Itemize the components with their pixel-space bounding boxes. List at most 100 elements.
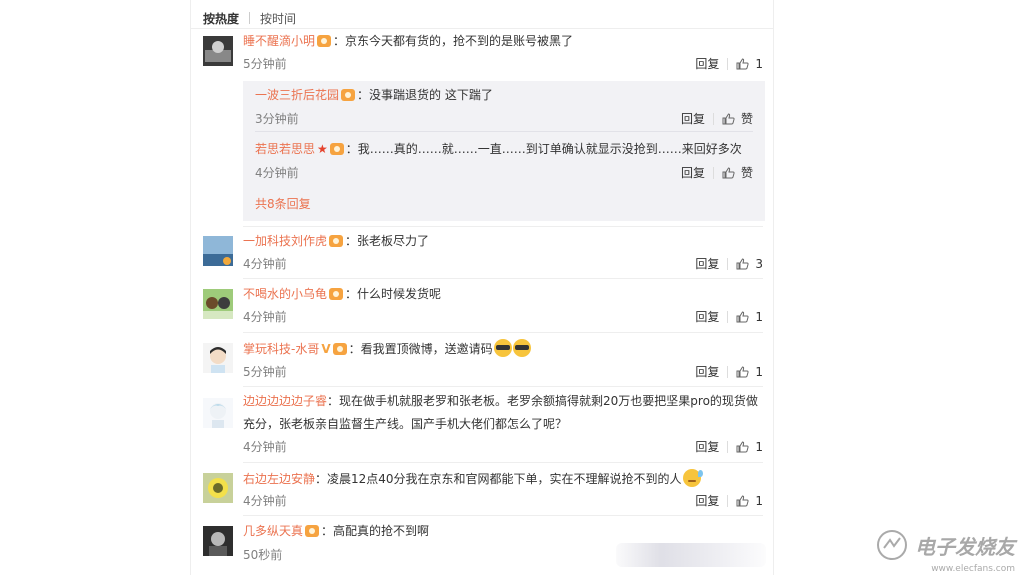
watermark-url: www.elecfans.com (931, 564, 1015, 574)
like-count: 1 (755, 439, 763, 454)
reply-button[interactable]: 回复 (695, 492, 719, 509)
reply-divider (255, 131, 753, 132)
comment-divider (243, 386, 763, 387)
action-divider (712, 112, 714, 125)
comment-text: ：张老板尽力了 (345, 234, 430, 248)
avatar[interactable] (203, 398, 233, 428)
reply-time: 4分钟前 (255, 166, 299, 180)
sweat-emoji-icon (682, 469, 703, 487)
action-divider (727, 310, 729, 323)
reply-button[interactable]: 回复 (681, 164, 705, 181)
username[interactable]: 边边边边边子睿 (243, 394, 327, 408)
avatar[interactable] (203, 343, 233, 373)
cool-emoji-icon (512, 339, 531, 357)
username[interactable]: 不喝水的小乌龟 (243, 287, 327, 301)
action-divider (727, 257, 729, 270)
like-label: 赞 (740, 112, 753, 126)
vip-badge-icon (329, 288, 344, 300)
action-divider (712, 166, 714, 179)
sort-by-time-tab[interactable]: 按时间 (260, 10, 296, 27)
avatar[interactable] (203, 36, 233, 66)
vip-badge-icon (329, 143, 344, 155)
like-button[interactable]: 3 (736, 257, 763, 271)
thumbs-up-icon (736, 57, 749, 69)
avatar[interactable] (203, 526, 233, 556)
comment-text: ：现在做手机就服老罗和张老板。老罗余额搞得就剩20万也要把坚果pro的现货做 (327, 394, 758, 408)
comment-time: 5分钟前 (243, 57, 287, 71)
cool-emoji-icon (493, 339, 512, 357)
like-count: 1 (755, 309, 763, 324)
reply-button[interactable]: 回复 (695, 363, 719, 380)
vip-badge-icon (341, 89, 356, 101)
comment-text: ：高配真的抢不到啊 (321, 524, 430, 538)
username[interactable]: 一波三折后花园 (255, 88, 339, 102)
sort-by-hot-tab[interactable]: 按热度 (203, 10, 239, 27)
avatar[interactable] (203, 289, 233, 319)
like-label: 赞 (740, 166, 753, 180)
reply-text: ：我……真的……就……一直……到订单确认就显示没抢到……来回好多次 (345, 142, 742, 156)
like-button[interactable]: 赞 (722, 164, 753, 181)
username[interactable]: 几多纵天真 (243, 524, 303, 538)
like-button[interactable]: 赞 (722, 110, 753, 127)
like-count: 1 (755, 493, 763, 508)
thumbs-up-icon (722, 166, 735, 178)
username[interactable]: 一加科技刘作虎 (243, 234, 327, 248)
comment-time: 4分钟前 (243, 440, 287, 454)
reply-thread: 一波三折后花园 ：没事踹退货的 这下踹了 3分钟前 回复 赞 若思若思思 ★ ：我……… (243, 81, 765, 221)
reply-button[interactable]: 回复 (695, 308, 719, 325)
verified-v-icon: V (321, 342, 331, 356)
comment-divider (243, 515, 763, 516)
header-divider (191, 28, 773, 29)
reply-item: 若思若思思 ★ ：我……真的……就……一直……到订单确认就显示没抢到……来回好多次 … (255, 140, 753, 180)
username[interactable]: 右边左边安静 (243, 472, 315, 486)
comment-divider (243, 226, 763, 227)
reply-time: 3分钟前 (255, 112, 299, 126)
comment-divider (243, 278, 763, 279)
username[interactable]: 睡不醒滴小明 (243, 34, 315, 48)
avatar[interactable] (203, 236, 233, 266)
comment-divider (243, 462, 763, 463)
thumbs-up-icon (722, 112, 735, 124)
action-divider (727, 57, 729, 70)
reply-button[interactable]: 回复 (695, 438, 719, 455)
comment-text: ：凌晨12点40分我在京东和官网都能下单，实在不理解说抢不到的人 (315, 472, 682, 486)
star-icon: ★ (317, 142, 328, 156)
action-divider (727, 494, 729, 507)
vip-badge-icon (317, 35, 332, 47)
watermark-text: 电子发烧友 (915, 534, 1015, 559)
comment-panel: 按热度 按时间 睡不醒滴小明 ：京东今天都有货的，抢不到的是账号被黑了 5分钟前 … (190, 0, 774, 575)
like-button[interactable]: 1 (736, 494, 763, 508)
thumbs-up-icon (736, 440, 749, 452)
like-button[interactable]: 1 (736, 365, 763, 379)
comment-time: 4分钟前 (243, 494, 287, 508)
reply-button[interactable]: 回复 (695, 55, 719, 72)
comment-time: 4分钟前 (243, 310, 287, 324)
like-count: 1 (755, 56, 763, 71)
comment-text: ：京东今天都有货的，抢不到的是账号被黑了 (333, 34, 574, 48)
reply-button[interactable]: 回复 (681, 110, 705, 127)
username[interactable]: 掌玩科技-水哥 (243, 342, 319, 356)
action-divider (727, 365, 729, 378)
sort-tabs: 按热度 按时间 (203, 8, 296, 28)
tab-divider (249, 12, 251, 24)
like-button[interactable]: 1 (736, 310, 763, 324)
view-more-replies-link[interactable]: 共8条回复 (255, 195, 311, 212)
avatar[interactable] (203, 473, 233, 503)
username[interactable]: 若思若思思 (255, 142, 315, 156)
like-count: 3 (755, 256, 763, 271)
vip-badge-icon (332, 343, 347, 355)
reply-button[interactable]: 回复 (695, 255, 719, 272)
elecfans-logo-icon (877, 530, 907, 560)
comment-time: 50秒前 (243, 548, 283, 562)
action-divider (727, 440, 729, 453)
vip-badge-icon (329, 235, 344, 247)
comment-time: 4分钟前 (243, 257, 287, 271)
vip-badge-icon (305, 525, 320, 537)
like-button[interactable]: 1 (736, 57, 763, 71)
comment-text: ：什么时候发货呢 (345, 287, 442, 301)
reply-text: ：没事踹退货的 这下踹了 (357, 88, 493, 102)
like-button[interactable]: 1 (736, 440, 763, 454)
watermark: 电子发烧友 www.elecfans.com (875, 528, 1015, 574)
thumbs-up-icon (736, 365, 749, 377)
thumbs-up-icon (736, 494, 749, 506)
